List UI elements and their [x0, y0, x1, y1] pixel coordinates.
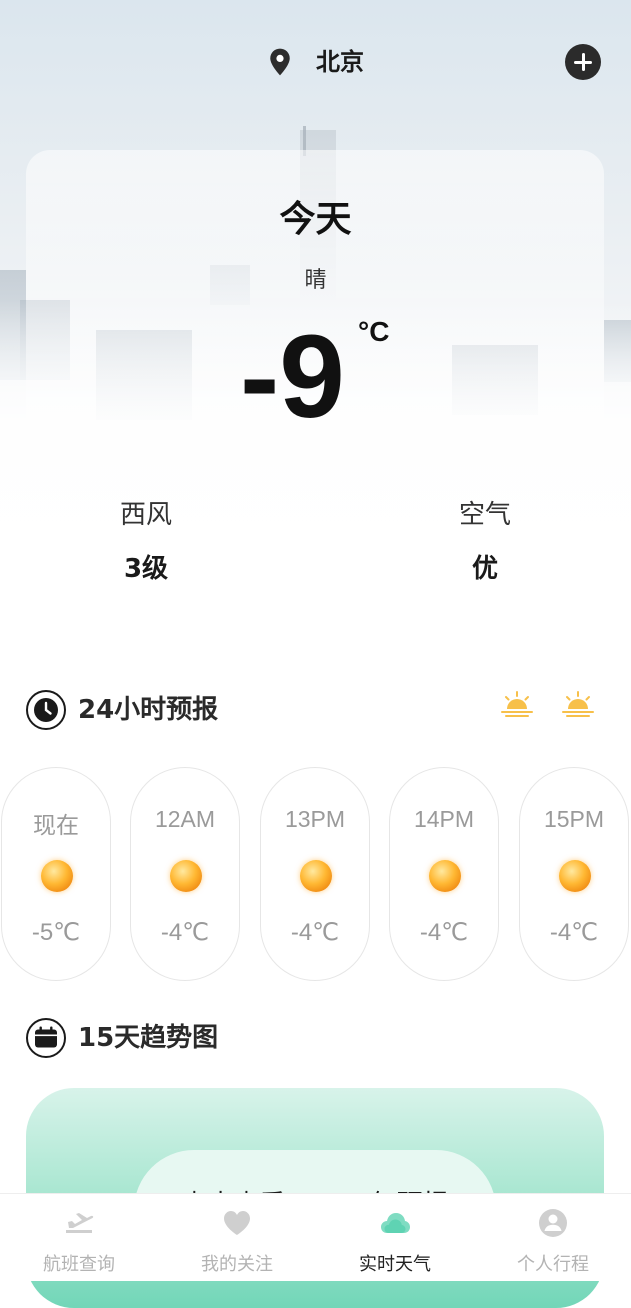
hour-temp: -4℃: [160, 919, 210, 946]
current-temperature: -9: [240, 311, 345, 443]
air-value: 优: [471, 554, 498, 584]
trend-title: 15天趋势图: [78, 1023, 219, 1053]
hour-temp: -4℃: [419, 919, 469, 946]
city-name[interactable]: 北京: [316, 46, 364, 78]
location-pin-icon: [270, 48, 290, 76]
hour-card[interactable]: 12AM -4℃: [130, 767, 240, 981]
hourly-forecast-list[interactable]: 现在 -5℃ 12AM -4℃ 13PM -4℃ 14PM -4℃ 15PM -…: [0, 767, 631, 983]
hour-time: 现在: [33, 812, 79, 838]
hour-temp: -5℃: [31, 919, 81, 946]
sun-icon: [429, 860, 461, 892]
nav-label: 个人行程: [517, 1254, 589, 1275]
heart-icon: [224, 1211, 250, 1235]
hour-time: 15PM: [543, 806, 605, 832]
hourly-forecast-title: 24小时预报: [78, 695, 219, 725]
bottom-nav: 航班查询 我的关注 实时天气 个人行程: [0, 1193, 631, 1281]
air-label: 空气: [458, 500, 511, 530]
top-bar: 北京: [0, 30, 631, 94]
nav-label: 我的关注: [201, 1254, 273, 1275]
hour-card[interactable]: 14PM -4℃: [389, 767, 499, 981]
wind-label: 西风: [119, 500, 172, 530]
calendar-icon: [26, 1018, 66, 1058]
hour-card[interactable]: 13PM -4℃: [260, 767, 370, 981]
nav-item-follow[interactable]: 我的关注: [158, 1194, 316, 1281]
today-title: 今天: [279, 199, 352, 240]
nav-item-itinerary[interactable]: 个人行程: [474, 1194, 631, 1281]
hour-temp: -4℃: [290, 919, 340, 946]
nav-label: 实时天气: [359, 1254, 431, 1275]
sun-icon: [300, 860, 332, 892]
hour-card[interactable]: 15PM -4℃: [519, 767, 629, 981]
hour-time: 13PM: [284, 806, 346, 832]
sunset-icon: [562, 691, 594, 717]
add-city-button[interactable]: [565, 44, 601, 80]
hour-card[interactable]: 现在 -5℃: [1, 767, 111, 981]
hour-temp: -4℃: [549, 919, 599, 946]
sun-icon: [559, 860, 591, 892]
hour-time: 14PM: [413, 806, 475, 832]
cloud-icon: [381, 1213, 410, 1233]
sunrise-icon: [501, 691, 533, 717]
nav-label: 航班查询: [43, 1254, 115, 1275]
plane-icon: [66, 1213, 94, 1233]
nav-item-flight[interactable]: 航班查询: [0, 1194, 158, 1281]
wind-value: 3级: [123, 554, 169, 584]
temperature-unit: °C: [358, 316, 390, 347]
weather-condition: 晴: [304, 268, 327, 293]
sun-icon: [41, 860, 73, 892]
sun-icon: [170, 860, 202, 892]
clock-icon: [26, 690, 66, 730]
nav-item-weather[interactable]: 实时天气: [316, 1194, 474, 1281]
hour-time: 12AM: [154, 806, 216, 832]
person-icon: [539, 1209, 567, 1237]
